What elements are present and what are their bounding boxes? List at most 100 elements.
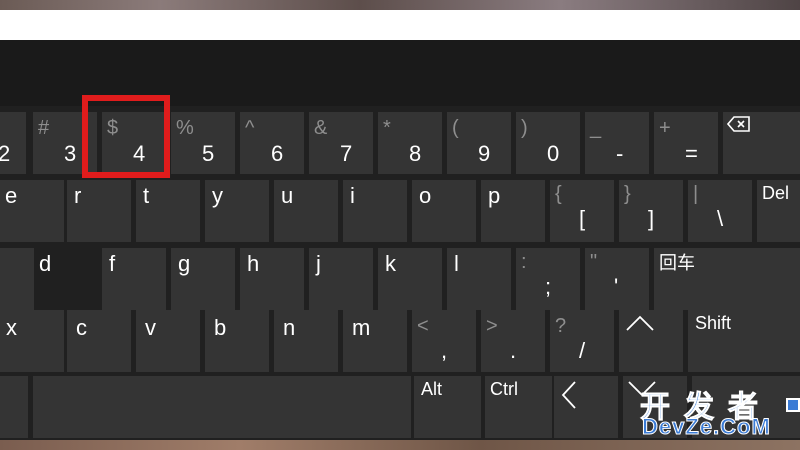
key-e[interactable]: e [0,180,64,242]
key-minus-label: - [616,141,624,166]
shift-key[interactable]: Shift [688,310,800,372]
key-backslash[interactable]: | \ [688,180,752,242]
key-backslash-label: \ [717,206,724,231]
key-t[interactable]: t [136,180,200,242]
key-6-label: 6 [271,141,284,166]
key-equals-label: = [685,141,698,166]
key-comma-symbol: < [417,315,429,337]
key-right-bracket-symbol: } [624,183,631,205]
arrow-left-key[interactable] [554,376,618,438]
chevron-left-icon [560,380,578,415]
alt-key[interactable]: Alt [414,376,481,438]
key-equals[interactable]: + = [654,112,718,174]
enter-key-label: 回车 [659,253,695,273]
key-8-label: 8 [409,141,422,166]
backspace-key[interactable] [723,112,800,174]
key-c-label: c [76,315,87,340]
key-i[interactable]: i [343,180,407,242]
key-minus[interactable]: _ - [585,112,649,174]
window-top-band [0,10,800,40]
key-d[interactable]: d [0,248,51,310]
key-u[interactable]: u [274,180,338,242]
key-y[interactable]: y [205,180,269,242]
key-h-label: h [247,251,260,276]
key-period[interactable]: >. [481,310,545,372]
key-slash-symbol: ? [555,315,567,337]
key-equals-symbol: + [659,117,671,139]
key-2-label: 2 [0,141,11,166]
key-p[interactable]: p [481,180,545,242]
key-period-symbol: > [486,315,498,337]
key-semicolon-label: ; [545,274,552,299]
space-key[interactable] [33,376,411,438]
key-b-label: b [214,315,227,340]
key-v[interactable]: v [136,310,200,372]
key-5-symbol: % [176,117,194,139]
key-7[interactable]: & 7 [309,112,373,174]
key-0-symbol: ) [521,117,528,139]
del-key[interactable]: Del [757,180,800,242]
arrow-up-key[interactable] [619,310,683,372]
key-f[interactable]: f [102,248,166,310]
key-n-label: n [283,315,296,340]
key-3-symbol: # [38,117,50,139]
key-b[interactable]: b [205,310,269,372]
key-slash[interactable]: ? / [550,310,614,372]
key-k[interactable]: k [378,248,442,310]
chevron-up-icon [625,314,655,337]
key-r-label: r [74,183,82,208]
key-o[interactable]: o [412,180,476,242]
key-p-label: p [488,183,501,208]
key-5[interactable]: % 5 [171,112,235,174]
key-2[interactable]: 2 [0,112,26,174]
key-f-label: f [109,251,116,276]
key-6-symbol: ^ [245,117,255,139]
key-c[interactable]: c [67,310,131,372]
key-left-bracket[interactable]: {[ [550,180,614,242]
enter-key[interactable]: 回车 [654,248,800,310]
key-8[interactable]: * 8 [378,112,442,174]
key-m[interactable]: m [343,310,407,372]
key-period-label: . [510,338,517,363]
key-x-label: x [6,315,17,340]
key-5-label: 5 [202,141,215,166]
background-wallpaper-top [0,0,800,10]
key-0-label: 0 [547,141,560,166]
key-l[interactable]: l [447,248,511,310]
key-u-label: u [281,183,294,208]
key-n[interactable]: n [274,310,338,372]
key-9[interactable]: (9 [447,112,511,174]
key-right-bracket-label: ] [648,206,655,231]
key-quote-label: ' [614,274,619,299]
key-6[interactable]: ^ 6 [240,112,304,174]
key-minus-symbol: _ [590,117,602,139]
key-g[interactable]: g [171,248,235,310]
key-semicolon-symbol: : [521,251,527,273]
key-r[interactable]: r [67,180,131,242]
key-quote-symbol: " [590,251,598,273]
key-comma[interactable]: <, [412,310,476,372]
key-comma-label: , [441,338,448,363]
key-9-label: 9 [478,141,491,166]
key-8-symbol: * [383,117,391,139]
key-7-label: 7 [340,141,353,166]
watermark-latin: DevZe.CoM [642,414,771,440]
key-right-bracket[interactable]: }] [619,180,683,242]
function-key[interactable] [0,376,28,438]
key-slash-label: / [579,338,586,363]
key-0[interactable]: ) 0 [516,112,580,174]
shift-key-label: Shift [695,313,732,333]
key-e-label: e [5,183,18,208]
key-semicolon[interactable]: :; [516,248,580,310]
key-o-label: o [419,183,432,208]
key-i-label: i [350,183,355,208]
backspace-icon [726,116,751,137]
key-h[interactable]: h [240,248,304,310]
key-j[interactable]: j [309,248,373,310]
key-x[interactable]: x [0,310,64,372]
del-key-label: Del [762,183,790,203]
ctrl-key[interactable]: Ctrl [485,376,552,438]
alt-key-label: Alt [421,379,443,399]
key-quote[interactable]: " ' [585,248,649,310]
key-t-label: t [143,183,150,208]
